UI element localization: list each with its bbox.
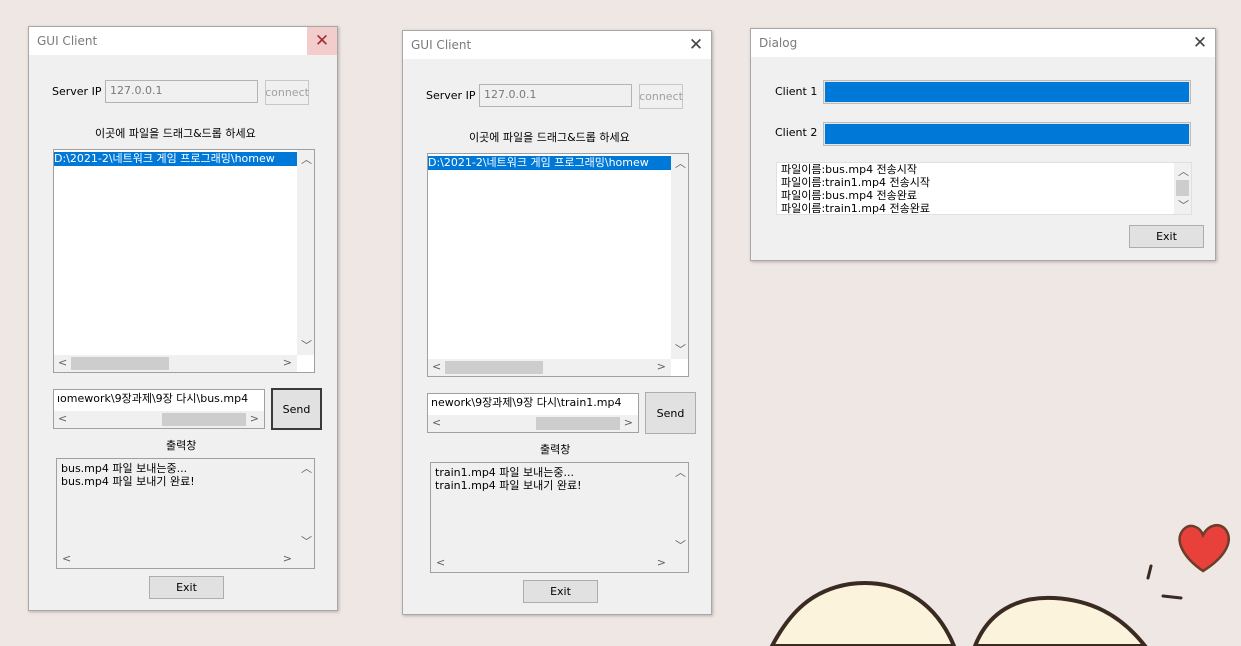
server-ip-field[interactable]: 127.0.0.1 <box>105 80 258 103</box>
scrollbar-thumb[interactable] <box>1176 180 1189 196</box>
log-line: 파일이름:train1.mp4 전송완료 <box>781 202 930 215</box>
progress-fill <box>825 82 1189 102</box>
chevron-left-icon[interactable]: < <box>432 361 441 372</box>
chevron-right-icon[interactable]: > <box>283 553 292 564</box>
horizontal-scrollbar[interactable]: < > <box>57 551 297 568</box>
chevron-right-icon[interactable]: > <box>657 361 666 372</box>
title-bar[interactable]: Dialog ✕ <box>751 29 1215 57</box>
chevron-down-icon[interactable]: ﹀ <box>675 540 686 551</box>
output-line: train1.mp4 파일 보내는중... <box>435 466 574 479</box>
horizontal-scrollbar[interactable]: < > <box>54 355 297 372</box>
scrollbar-thumb[interactable] <box>71 357 169 370</box>
log-line: 파일이름:train1.mp4 전송시작 <box>781 176 930 189</box>
list-item[interactable]: D:\2021-2\네트워크 게임 프로그래밍\homew <box>54 152 298 166</box>
chevron-up-icon[interactable]: ︿ <box>1178 166 1189 177</box>
output-label: 출력창 <box>166 439 197 452</box>
drop-hint-label: 이곳에 파일을 드래그&드롭 하세요 <box>95 127 256 140</box>
close-icon[interactable]: ✕ <box>1185 29 1215 57</box>
close-icon[interactable]: ✕ <box>681 31 711 59</box>
vertical-scrollbar[interactable]: ︿ ﹀ <box>671 463 688 555</box>
connect-button[interactable]: connect <box>639 84 683 109</box>
path-value: ıomework\9장과제\9장 다시\bus.mp4 <box>57 392 249 405</box>
output-textarea[interactable]: train1.mp4 파일 보내는중... train1.mp4 파일 보내기 … <box>430 462 689 573</box>
exit-button[interactable]: Exit <box>523 580 598 603</box>
server-ip-label: Server IP <box>426 89 476 102</box>
gui-client-window-2: GUI Client ✕ Server IP 127.0.0.1 connect… <box>402 30 712 615</box>
chevron-down-icon[interactable]: ﹀ <box>301 340 312 351</box>
chevron-right-icon[interactable]: > <box>283 357 292 368</box>
close-icon[interactable]: ✕ <box>307 27 337 55</box>
heart-icon <box>1178 524 1230 573</box>
path-value: nework\9장과제\9장 다시\train1.mp4 <box>431 396 622 409</box>
send-button[interactable]: Send <box>271 388 322 430</box>
window-title: GUI Client <box>37 34 98 48</box>
chevron-down-icon[interactable]: ﹀ <box>1178 200 1189 211</box>
path-field[interactable]: nework\9장과제\9장 다시\train1.mp4 < > <box>427 393 639 433</box>
horizontal-scrollbar[interactable]: < > <box>428 415 638 432</box>
chevron-left-icon[interactable]: < <box>432 417 441 428</box>
title-bar[interactable]: GUI Client ✕ <box>403 31 711 59</box>
progress-fill <box>825 124 1189 144</box>
title-bar[interactable]: GUI Client ✕ <box>29 27 337 55</box>
file-listbox[interactable]: D:\2021-2\네트워크 게임 프로그래밍\homew ︿ ﹀ < > <box>53 149 315 373</box>
output-line: train1.mp4 파일 보내기 완료! <box>435 479 582 492</box>
send-button[interactable]: Send <box>645 392 696 434</box>
character-blob <box>769 581 957 646</box>
chevron-left-icon[interactable]: < <box>58 357 67 368</box>
window-title: Dialog <box>759 36 798 50</box>
sparkle-line <box>1146 564 1153 580</box>
vertical-scrollbar[interactable]: ︿ ﹀ <box>1174 163 1191 214</box>
character-blob <box>972 595 1148 646</box>
chevron-right-icon[interactable]: > <box>624 417 633 428</box>
output-label: 출력창 <box>540 443 571 456</box>
log-line: 파일이름:bus.mp4 전송시작 <box>781 163 918 176</box>
client1-label: Client 1 <box>775 85 818 98</box>
scrollbar-thumb[interactable] <box>445 361 543 374</box>
chevron-left-icon[interactable]: < <box>436 557 445 568</box>
output-line: bus.mp4 파일 보내기 완료! <box>61 475 195 488</box>
transfer-log[interactable]: 파일이름:bus.mp4 전송시작 파일이름:train1.mp4 전송시작 파… <box>776 162 1192 215</box>
gui-client-window-1: GUI Client ✕ Server IP 127.0.0.1 connect… <box>28 26 338 611</box>
log-line: 파일이름:bus.mp4 전송완료 <box>781 189 918 202</box>
list-item[interactable]: D:\2021-2\네트워크 게임 프로그래밍\homew <box>428 156 672 170</box>
window-title: GUI Client <box>411 38 472 52</box>
exit-button[interactable]: Exit <box>1129 225 1204 248</box>
chevron-up-icon[interactable]: ︿ <box>675 467 686 478</box>
scrollbar-thumb[interactable] <box>536 417 620 430</box>
vertical-scrollbar[interactable]: ︿ ﹀ <box>671 154 688 359</box>
output-textarea[interactable]: bus.mp4 파일 보내는중... bus.mp4 파일 보내기 완료! ︿ … <box>56 458 315 569</box>
horizontal-scrollbar[interactable]: < > <box>428 359 671 376</box>
client2-progress-bar <box>823 122 1191 146</box>
vertical-scrollbar[interactable]: ︿ ﹀ <box>297 459 314 551</box>
scrollbar-thumb[interactable] <box>162 413 246 426</box>
client1-progress-bar <box>823 80 1191 104</box>
horizontal-scrollbar[interactable]: < > <box>54 411 264 428</box>
client2-label: Client 2 <box>775 126 818 139</box>
chevron-down-icon[interactable]: ﹀ <box>675 344 686 355</box>
chevron-up-icon[interactable]: ︿ <box>675 158 686 169</box>
server-ip-label: Server IP <box>52 85 102 98</box>
output-line: bus.mp4 파일 보내는중... <box>61 462 188 475</box>
vertical-scrollbar[interactable]: ︿ ﹀ <box>297 150 314 355</box>
file-listbox[interactable]: D:\2021-2\네트워크 게임 프로그래밍\homew ︿ ﹀ < > <box>427 153 689 377</box>
chevron-up-icon[interactable]: ︿ <box>301 154 312 165</box>
path-field[interactable]: ıomework\9장과제\9장 다시\bus.mp4 < > <box>53 389 265 429</box>
drop-hint-label: 이곳에 파일을 드래그&드롭 하세요 <box>469 131 630 144</box>
chevron-left-icon[interactable]: < <box>58 413 67 424</box>
horizontal-scrollbar[interactable]: < > <box>431 555 671 572</box>
server-ip-field[interactable]: 127.0.0.1 <box>479 84 632 107</box>
chevron-down-icon[interactable]: ﹀ <box>301 536 312 547</box>
exit-button[interactable]: Exit <box>149 576 224 599</box>
chevron-up-icon[interactable]: ︿ <box>301 463 312 474</box>
connect-button[interactable]: connect <box>265 80 309 105</box>
chevron-right-icon[interactable]: > <box>657 557 666 568</box>
dialog-window: Dialog ✕ Client 1 Client 2 파일이름:bus.mp4 … <box>750 28 1216 261</box>
chevron-left-icon[interactable]: < <box>62 553 71 564</box>
sparkle-line <box>1161 594 1183 600</box>
chevron-right-icon[interactable]: > <box>250 413 259 424</box>
